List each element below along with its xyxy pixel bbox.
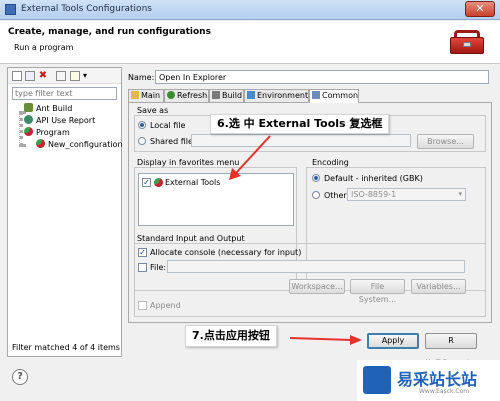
annotation-step7: 7.点击应用按钮 [185,325,277,347]
arrow-to-checkbox [235,135,271,174]
watermark: 易采站长站 Www.Easck.Com [357,360,500,401]
arrowhead-apply [350,335,362,345]
watermark-url: Www.Easck.Com [419,388,470,395]
tab-common[interactable]: Common [309,89,359,103]
watermark-brand: 易采站长站 [397,370,478,389]
arrow-to-apply [289,337,353,341]
common-icon [312,91,320,99]
annotation-step6: 6.选 中 External Tools 复选框 [210,114,390,134]
watermark-logo-icon [363,366,391,394]
help-icon[interactable]: ? [12,369,28,385]
